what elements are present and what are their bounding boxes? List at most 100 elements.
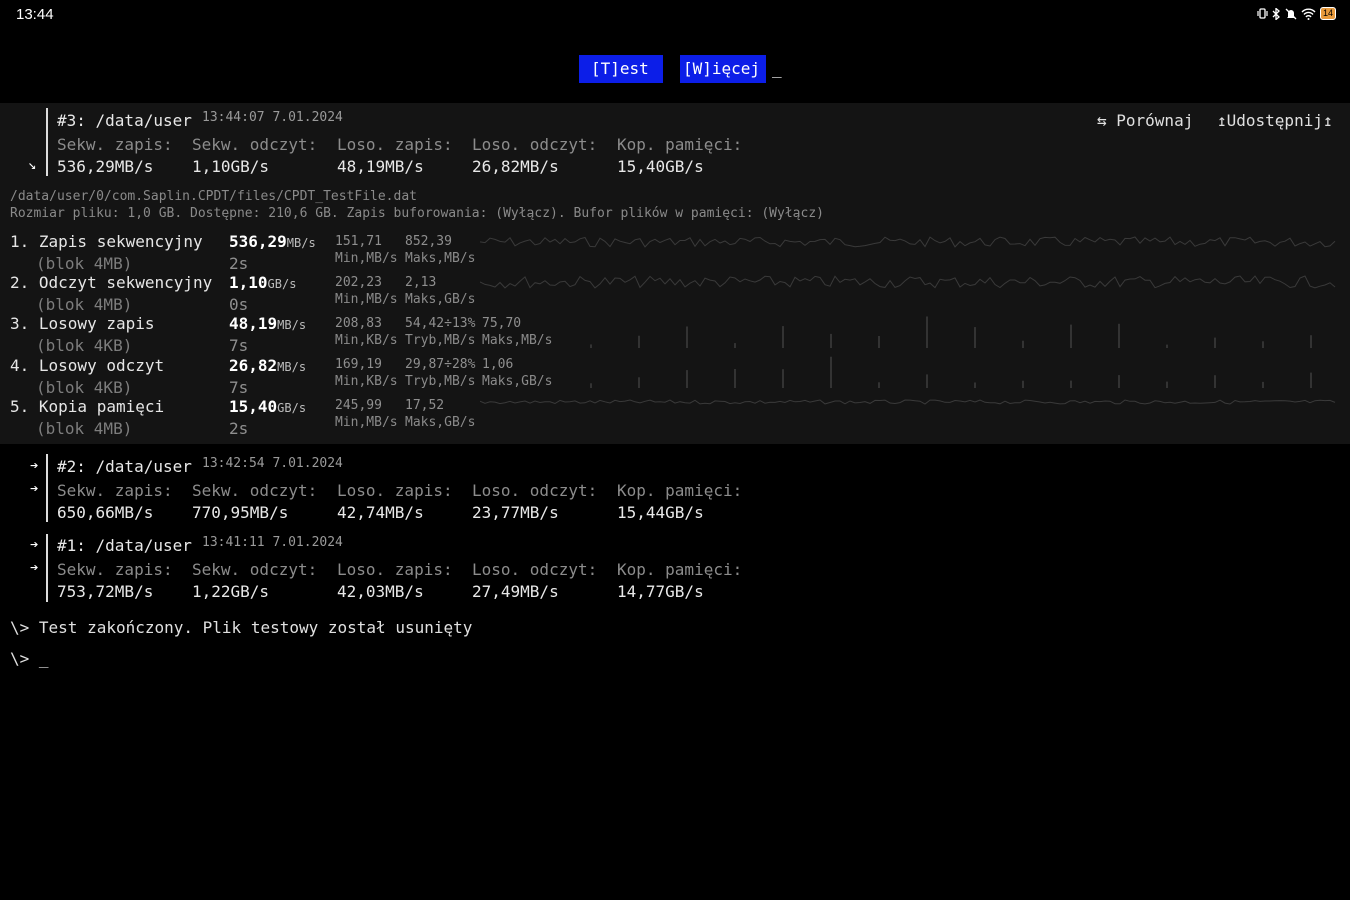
rand-read-graph-bar — [686, 370, 688, 388]
label-seq-write: Sekw. zapis: — [57, 135, 173, 154]
test-block-size: (blok 4MB) — [36, 295, 133, 314]
test-unit: MB/s — [286, 236, 316, 250]
history-timestamp: 13:42:54 7.01.2024 — [202, 456, 343, 471]
expand-arrow-icon[interactable]: ➔ — [30, 458, 38, 474]
bluetooth-icon — [1272, 7, 1280, 20]
test-duration: 0s — [229, 295, 249, 314]
label-rand-write: Loso. zapis: — [337, 135, 453, 154]
more-button[interactable]: [W]ięcej — [680, 55, 766, 83]
console-message: \> Test zakończony. Plik testowy został … — [10, 618, 473, 637]
seq-write-graph — [480, 236, 1336, 248]
rand-read-graph-bar — [830, 356, 832, 388]
console-prompt[interactable]: \> _ — [10, 649, 49, 668]
label-rand-read: Loso. odczyt: — [472, 481, 598, 500]
value-rand-write: 42,03MB/s — [337, 582, 424, 601]
rand-read-graph-bar — [1070, 380, 1072, 388]
stat-max-label: Maks,GB/s — [405, 292, 476, 307]
test-block-size: (blok 4KB) — [36, 378, 133, 397]
battery-icon: 14 — [1319, 7, 1336, 20]
stat-min-label: Min,MB/s — [335, 415, 398, 430]
test-file-path: /data/user/0/com.Saplin.CPDT/files/CPDT_… — [10, 189, 417, 204]
seq-read-graph — [480, 275, 1336, 289]
rand-write-graph-bar — [974, 327, 976, 348]
label-mem-copy: Kop. pamięci: — [617, 481, 743, 500]
test-name: 1. Zapis sekwencyjny — [10, 232, 203, 251]
test-duration: 7s — [229, 378, 249, 397]
result-title: #3: /data/user — [57, 111, 192, 130]
test-duration: 2s — [229, 254, 249, 273]
result-timestamp: 13:44:07 7.01.2024 — [202, 110, 343, 125]
rand-write-graph-bar — [878, 336, 880, 348]
test-file-info: Rozmiar pliku: 1,0 GB. Dostępne: 210,6 G… — [10, 206, 824, 221]
collapse-arrow-icon[interactable]: ↘ — [28, 157, 36, 173]
test-value: 536,29MB/s — [229, 232, 316, 251]
history-title[interactable]: #1: /data/user — [57, 536, 192, 555]
label-rand-read: Loso. odczyt: — [472, 135, 598, 154]
label-mem-copy: Kop. pamięci: — [617, 135, 743, 154]
value-seq-write: 753,72MB/s — [57, 582, 154, 601]
rand-write-graph-bar — [1214, 337, 1216, 348]
test-value: 26,82MB/s — [229, 356, 307, 375]
test-block-size: (blok 4KB) — [36, 336, 133, 355]
label-rand-write: Loso. zapis: — [337, 481, 453, 500]
stat-min: 151,71 — [335, 234, 382, 249]
test-value: 1,10GB/s — [229, 273, 297, 292]
rand-read-graph-bar — [638, 377, 640, 388]
stat-max-label: Maks,MB/s — [405, 251, 476, 266]
history-divider — [46, 534, 48, 602]
stat-mode-label: Tryb,MB/s — [405, 374, 476, 389]
rand-write-graph-bar — [782, 326, 784, 348]
stat-min: 245,99 — [335, 398, 382, 413]
test-unit: GB/s — [277, 401, 307, 415]
test-value: 48,19MB/s — [229, 314, 307, 333]
expand-arrow-icon[interactable]: ➔ — [30, 560, 38, 576]
rand-write-graph-bar — [638, 335, 640, 348]
rand-read-graph-bar — [1022, 380, 1024, 388]
compare-button[interactable]: ⇆ Porównaj — [1097, 111, 1193, 130]
value-seq-read: 770,95MB/s — [192, 503, 289, 522]
rand-write-graph-bar — [1166, 344, 1168, 348]
rand-read-graph-bar — [1118, 375, 1120, 388]
vibrate-icon — [1257, 8, 1268, 19]
test-button[interactable]: [T]est — [579, 55, 663, 83]
test-value: 15,40GB/s — [229, 397, 307, 416]
rand-read-graph-bar — [1310, 372, 1312, 388]
rand-read-graph-bar — [926, 374, 928, 388]
mem-copy-graph — [480, 399, 1336, 405]
label-seq-write: Sekw. zapis: — [57, 481, 173, 500]
value-seq-write: 536,29MB/s — [57, 157, 154, 176]
result-divider — [46, 108, 48, 176]
rand-write-graph-bar — [830, 333, 832, 348]
value-rand-read: 27,49MB/s — [472, 582, 559, 601]
wifi-icon — [1301, 8, 1316, 20]
rand-read-graph-bar — [782, 369, 784, 388]
rand-read-graph-bar — [974, 382, 976, 388]
rand-read-graph-bar — [878, 382, 880, 388]
rand-write-graph-bar — [926, 316, 928, 348]
rand-write-graph-bar — [1310, 335, 1312, 348]
stat-max-label: Maks,GB/s — [405, 415, 476, 430]
stat-mode: 54,42÷13% — [405, 316, 476, 331]
rand-write-graph-bar — [1262, 341, 1264, 348]
value-rand-write: 42,74MB/s — [337, 503, 424, 522]
test-name: 5. Kopia pamięci — [10, 397, 165, 416]
label-seq-read: Sekw. odczyt: — [192, 135, 318, 154]
rand-read-graph-bar — [590, 383, 592, 388]
stat-min-label: Min,KB/s — [335, 374, 398, 389]
share-button[interactable]: ↥Udostępnij↥ — [1217, 111, 1333, 130]
stat-max: 17,52 — [405, 398, 445, 413]
expand-arrow-icon[interactable]: ➔ — [30, 537, 38, 553]
test-name: 4. Losowy odczyt — [10, 356, 165, 375]
history-title[interactable]: #2: /data/user — [57, 457, 192, 476]
rand-read-graph-bar — [1214, 375, 1216, 388]
speed-graphs — [480, 236, 1336, 405]
stat-min: 169,19 — [335, 357, 382, 372]
expand-arrow-icon[interactable]: ➔ — [30, 481, 38, 497]
test-block-size: (blok 4MB) — [36, 254, 133, 273]
stat-min-label: Min,MB/s — [335, 292, 398, 307]
value-seq-write: 650,66MB/s — [57, 503, 154, 522]
label-seq-write: Sekw. zapis: — [57, 560, 173, 579]
rand-write-graph-bar — [1070, 324, 1072, 348]
status-time: 13:44 — [16, 6, 54, 23]
value-rand-read: 26,82MB/s — [472, 157, 559, 176]
